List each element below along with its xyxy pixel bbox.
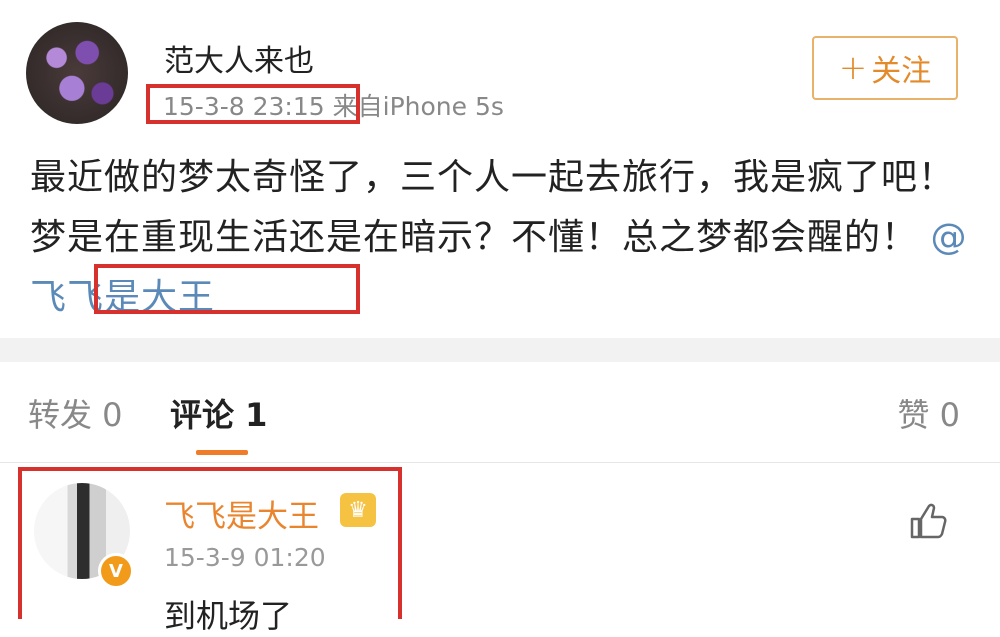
tab-repost[interactable]: 转发 0 <box>28 390 123 436</box>
interaction-tabs: 转发 0 评论 1 赞 0 <box>0 362 1000 463</box>
plus-icon: + <box>838 48 868 88</box>
thumbs-up-icon[interactable] <box>908 501 948 541</box>
follow-button[interactable]: + 关注 <box>812 36 958 100</box>
section-divider <box>0 338 1000 362</box>
author-username[interactable]: 范大人来也 <box>164 36 314 80</box>
highlight-box-mention <box>94 264 360 314</box>
highlight-box-comment <box>18 467 402 619</box>
active-tab-indicator <box>196 450 248 455</box>
tab-like[interactable]: 赞 0 <box>897 390 960 436</box>
comment-item: V 飞飞是大王 ♛ 15-3-9 01:20 到机场了 <box>0 463 1000 635</box>
author-avatar[interactable] <box>26 22 128 124</box>
post-body-text: 最近做的梦太奇怪了，三个人一起去旅行，我是疯了吧！梦是在重现生活还是在暗示？不懂… <box>30 157 956 258</box>
follow-label: 关注 <box>871 54 932 89</box>
weibo-post: 范大人来也 15-3-8 23:15 来自iPhone 5s + 关注 最近做的… <box>0 0 1000 338</box>
highlight-box-time <box>146 84 360 124</box>
tab-comment[interactable]: 评论 1 <box>170 390 267 436</box>
